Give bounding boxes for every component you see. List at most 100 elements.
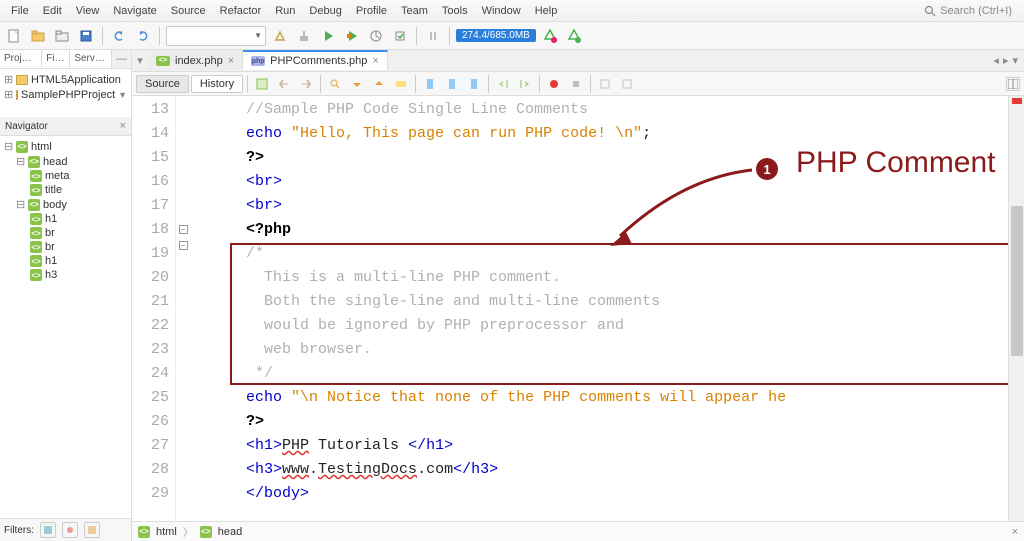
nav-node[interactable]: <>br	[2, 226, 129, 240]
filter-static-button[interactable]	[62, 522, 78, 538]
separator	[488, 75, 489, 93]
tab-projects[interactable]: Projec...	[0, 50, 42, 68]
run-button[interactable]	[318, 26, 338, 46]
menu-window[interactable]: Window	[475, 3, 528, 19]
search-box[interactable]: Search (Ctrl+I)	[924, 5, 1020, 17]
error-marker[interactable]	[1012, 98, 1022, 104]
new-project-button[interactable]	[28, 26, 48, 46]
fold-gutter[interactable]: −−	[176, 96, 190, 521]
nav-node[interactable]: <>h1	[2, 254, 129, 268]
profile-button[interactable]	[366, 26, 386, 46]
build-button[interactable]	[270, 26, 290, 46]
menu-source[interactable]: Source	[164, 3, 213, 19]
tab-files[interactable]: Files	[42, 50, 70, 68]
history-view-button[interactable]: History	[191, 75, 243, 93]
separator	[415, 75, 416, 93]
vertical-scrollbar[interactable]	[1008, 96, 1024, 521]
menu-run[interactable]: Run	[268, 3, 302, 19]
undo-button[interactable]	[109, 26, 129, 46]
menu-team[interactable]: Team	[394, 3, 435, 19]
close-tab-button[interactable]: ×	[372, 55, 378, 67]
toggle-highlight-button[interactable]	[391, 74, 411, 94]
memory-usage[interactable]: 274.4/685.0MB	[456, 29, 536, 42]
file-tab[interactable]: phpPHPComments.php×	[243, 50, 388, 70]
debug-button[interactable]	[342, 26, 362, 46]
gc-button-1[interactable]	[540, 26, 560, 46]
macro-record-button[interactable]	[544, 74, 564, 94]
forward-button[interactable]	[296, 74, 316, 94]
shift-left-button[interactable]	[493, 74, 513, 94]
last-edit-button[interactable]	[252, 74, 272, 94]
nav-node[interactable]: <>h3	[2, 268, 129, 282]
tab-services[interactable]: Servic...	[70, 50, 112, 68]
breadcrumb-close[interactable]: ×	[1012, 526, 1018, 538]
navigator-close-button[interactable]: ×	[120, 120, 126, 132]
breadcrumb-item[interactable]: head	[218, 526, 242, 538]
navigator-panel-header: Navigator ×	[0, 117, 131, 136]
navigator-tree[interactable]: ⊟<>html ⊟<>head<>meta<>title⊟<>body<>h1<…	[0, 136, 131, 518]
test-button[interactable]	[390, 26, 410, 46]
panel-collapse-button[interactable]: —	[112, 50, 131, 68]
tag-icon: <>	[138, 526, 150, 538]
filter-fields-button[interactable]	[40, 522, 56, 538]
scrollbar-thumb[interactable]	[1011, 206, 1023, 356]
tab-scroll-left[interactable]: ◂	[993, 54, 999, 67]
menu-view[interactable]: View	[69, 3, 107, 19]
menu-help[interactable]: Help	[528, 3, 565, 19]
main-toolbar: ▼ 274.4/685.0MB	[0, 22, 1024, 50]
tab-menu[interactable]: ▾	[1012, 54, 1018, 67]
tab-list-button[interactable]: ▾	[132, 54, 148, 67]
prev-bookmark-button[interactable]	[420, 74, 440, 94]
nav-node[interactable]: <>br	[2, 240, 129, 254]
filters-label: Filters:	[4, 525, 34, 536]
gc-button-2[interactable]	[564, 26, 584, 46]
menu-debug[interactable]: Debug	[302, 3, 348, 19]
file-tab[interactable]: <>index.php×	[148, 51, 243, 70]
source-view-button[interactable]: Source	[136, 75, 189, 93]
back-button[interactable]	[274, 74, 294, 94]
project-node[interactable]: SamplePHPProject	[21, 89, 115, 101]
files-tree[interactable]: ⊞HTML5Application ⊞SamplePHPProject▼	[0, 69, 131, 117]
redo-button[interactable]	[133, 26, 153, 46]
menu-navigate[interactable]: Navigate	[106, 3, 163, 19]
menu-tools[interactable]: Tools	[435, 3, 475, 19]
search-icon	[924, 5, 936, 17]
nav-node[interactable]: <>meta	[2, 169, 129, 183]
menu-edit[interactable]: Edit	[36, 3, 69, 19]
editor-toolbar: Source History	[132, 72, 1024, 96]
annotation-box	[230, 243, 1020, 385]
nav-node[interactable]: html	[31, 141, 52, 153]
separator	[102, 27, 103, 45]
toggle-bookmark-button[interactable]	[464, 74, 484, 94]
tab-scroll-right[interactable]: ▸	[1003, 54, 1009, 67]
nav-node[interactable]: ⊟<>head	[2, 154, 129, 169]
menu-file[interactable]: File	[4, 3, 36, 19]
split-editor-button[interactable]	[1006, 77, 1020, 91]
project-panel-tabs: Projec... Files Servic... —	[0, 50, 131, 69]
find-selection-button[interactable]	[325, 74, 345, 94]
menu-bar: FileEditViewNavigateSourceRefactorRunDeb…	[0, 0, 1024, 22]
find-prev-button[interactable]	[347, 74, 367, 94]
comment-button[interactable]	[595, 74, 615, 94]
nav-node[interactable]: <>h1	[2, 212, 129, 226]
macro-stop-button[interactable]	[566, 74, 586, 94]
code-editor[interactable]: 1314151617181920212223242526272829 −− //…	[132, 96, 1024, 521]
pause-button[interactable]	[423, 26, 443, 46]
save-all-button[interactable]	[76, 26, 96, 46]
shift-right-button[interactable]	[515, 74, 535, 94]
filter-inherited-button[interactable]	[84, 522, 100, 538]
menu-refactor[interactable]: Refactor	[213, 3, 269, 19]
uncomment-button[interactable]	[617, 74, 637, 94]
nav-node[interactable]: <>title	[2, 183, 129, 197]
project-node[interactable]: HTML5Application	[31, 74, 121, 86]
close-tab-button[interactable]: ×	[228, 55, 234, 67]
open-button[interactable]	[52, 26, 72, 46]
menu-profile[interactable]: Profile	[349, 3, 394, 19]
nav-node[interactable]: ⊟<>body	[2, 197, 129, 212]
new-file-button[interactable]	[4, 26, 24, 46]
next-bookmark-button[interactable]	[442, 74, 462, 94]
config-dropdown[interactable]: ▼	[166, 26, 266, 46]
breadcrumb-item[interactable]: html	[156, 526, 177, 538]
find-next-button[interactable]	[369, 74, 389, 94]
clean-build-button[interactable]	[294, 26, 314, 46]
